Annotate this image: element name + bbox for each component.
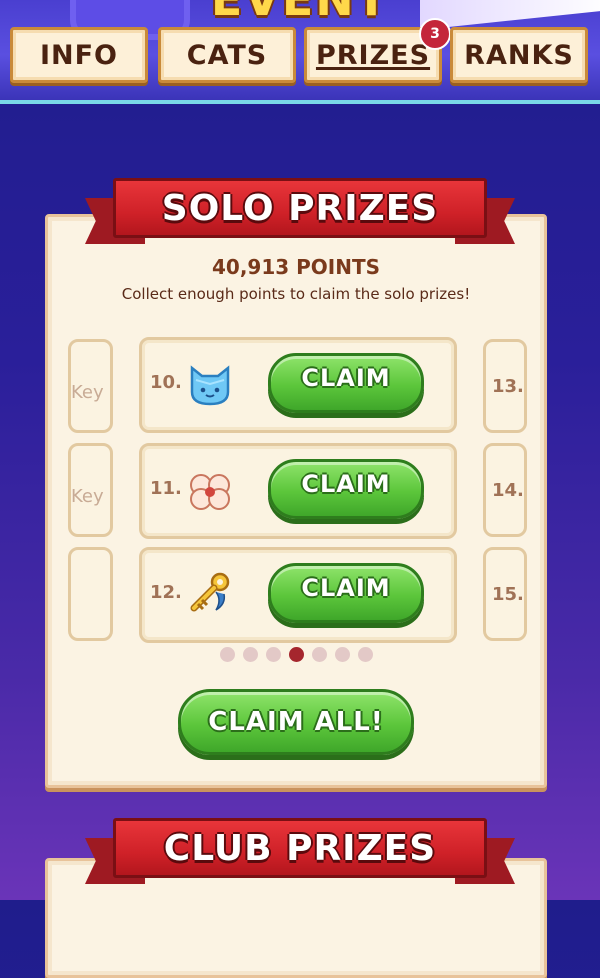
prev-page-card[interactable]: Key: [68, 443, 113, 537]
ribbon-band: SOLO PRIZES: [113, 178, 487, 238]
prev-page-card[interactable]: [68, 547, 113, 641]
page-dot[interactable]: [288, 647, 304, 662]
prize-number: 10.: [150, 372, 182, 393]
prize-number: 11.: [150, 478, 182, 499]
page-dot[interactable]: [242, 647, 258, 662]
tab-info[interactable]: INFO: [10, 27, 148, 83]
claim-all-label: CLAIM ALL!: [208, 707, 384, 737]
page-dot[interactable]: [334, 647, 350, 662]
claim-all-button[interactable]: CLAIM ALL!: [178, 689, 414, 755]
claim-label: CLAIM: [301, 470, 391, 498]
blue-cat-gem-icon: [190, 365, 230, 406]
ribbon-band: CLUB PRIZES: [113, 818, 487, 878]
page-dot[interactable]: [311, 647, 327, 662]
solo-prizes-panel: 40,913 POINTS Collect enough points to c…: [45, 214, 547, 788]
page-indicator: [48, 647, 544, 662]
solo-prizes-banner: SOLO PRIZES: [85, 178, 515, 248]
card-label: Key: [71, 486, 104, 507]
claim-label: CLAIM: [301, 574, 391, 602]
points-hint: Collect enough points to claim the solo …: [121, 285, 471, 303]
page-dot[interactable]: [265, 647, 281, 662]
tab-label: RANKS: [464, 39, 574, 71]
prev-page-card[interactable]: Key: [68, 339, 113, 433]
prize-card: 10. CLAIM: [139, 337, 457, 433]
golden-key-icon: [190, 572, 230, 612]
cotton-flower-icon: [190, 474, 230, 510]
prize-card: 12. CLAIM: [139, 547, 457, 643]
prize-number: 13.: [492, 376, 524, 397]
tab-prizes[interactable]: PRIZES 3: [304, 18, 451, 83]
prize-card: 11. CLAIM: [139, 443, 457, 539]
club-prizes-banner: CLUB PRIZES: [85, 818, 515, 888]
prize-number: 15.: [492, 584, 524, 605]
prize-number: 14.: [492, 480, 524, 501]
claim-button[interactable]: CLAIM: [268, 563, 424, 623]
notification-badge: 3: [419, 18, 451, 50]
event-title: EVENT: [0, 0, 600, 26]
tab-label: PRIZES: [315, 39, 431, 71]
page-dot[interactable]: [357, 647, 373, 662]
page-dot[interactable]: [219, 647, 235, 662]
tab-label: CATS: [186, 39, 268, 71]
claim-button[interactable]: CLAIM: [268, 353, 424, 413]
section-title: CLUB PRIZES: [163, 827, 437, 869]
tab-label: INFO: [39, 39, 119, 71]
tab-cats[interactable]: CATS: [158, 27, 296, 83]
next-page-card[interactable]: 15.: [483, 547, 527, 641]
points-total: 40,913 POINTS: [211, 255, 381, 279]
card-label: Key: [71, 382, 104, 403]
claim-label: CLAIM: [301, 364, 391, 392]
event-header: EVENT INFO CATS PRIZES 3 RANKS: [0, 0, 600, 104]
tab-bar: INFO CATS PRIZES 3 RANKS: [10, 18, 590, 87]
next-page-card[interactable]: 14.: [483, 443, 527, 537]
next-page-card[interactable]: 13.: [483, 339, 527, 433]
prize-number: 12.: [150, 582, 182, 603]
tab-ranks[interactable]: RANKS: [450, 27, 588, 83]
section-title: SOLO PRIZES: [161, 187, 439, 229]
claim-button[interactable]: CLAIM: [268, 459, 424, 519]
